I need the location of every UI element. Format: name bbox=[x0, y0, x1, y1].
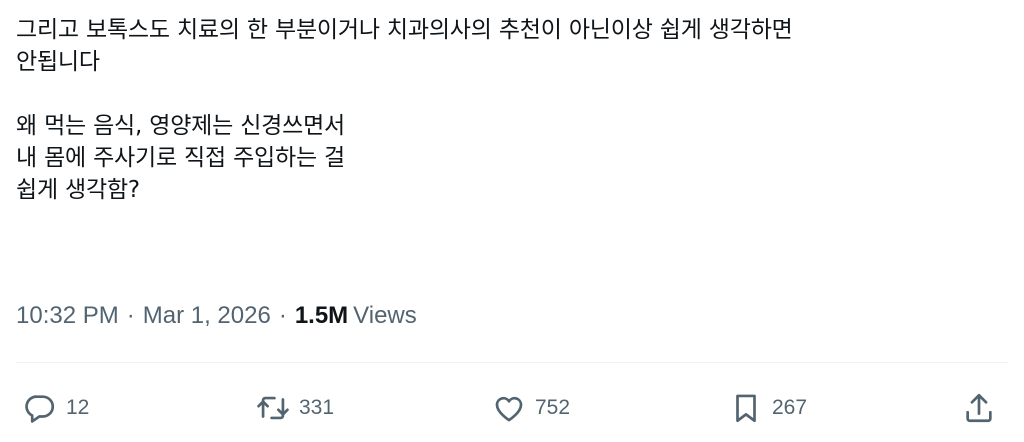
tweet-text: 그리고 보톡스도 치료의 한 부분이거나 치과의사의 추천이 아닌이상 쉽게 생… bbox=[16, 14, 1016, 206]
tweet-line: 안됩니다 bbox=[16, 49, 100, 75]
bookmark-button[interactable]: 267 bbox=[729, 388, 807, 428]
heart-icon bbox=[495, 396, 523, 422]
tweet-date[interactable]: Mar 1, 2026 bbox=[143, 302, 271, 330]
action-bar: 12 331 752 267 bbox=[16, 388, 1008, 428]
share-icon bbox=[966, 393, 992, 423]
tweet-line: 쉽게 생각함? bbox=[16, 177, 140, 203]
views-count: 1.5M bbox=[294, 302, 349, 329]
bookmark-count: 267 bbox=[772, 396, 808, 419]
meta-separator: · bbox=[126, 302, 135, 329]
views-label: Views bbox=[353, 302, 417, 329]
reply-count: 12 bbox=[66, 396, 90, 419]
tweet-line: 왜 먹는 음식, 영양제는 신경쓰면서 bbox=[16, 113, 345, 139]
share-button[interactable] bbox=[962, 388, 996, 428]
like-button[interactable]: 752 bbox=[492, 388, 570, 428]
bookmark-icon bbox=[736, 394, 756, 423]
tweet-line: 그리고 보톡스도 치료의 한 부분이거나 치과의사의 추천이 아닌이상 쉽게 생… bbox=[16, 17, 793, 43]
tweet-meta: 10:32 PM · Mar 1, 2026 · 1.5M Views bbox=[16, 302, 417, 330]
reply-icon bbox=[25, 395, 55, 423]
tweet-time[interactable]: 10:32 PM bbox=[16, 302, 119, 330]
retweet-count: 331 bbox=[299, 396, 335, 419]
retweet-button[interactable]: 331 bbox=[256, 388, 334, 428]
reply-button[interactable]: 12 bbox=[23, 388, 89, 428]
tweet-line: 내 몸에 주사기로 직접 주입하는 걸 bbox=[16, 145, 345, 171]
retweet-icon bbox=[257, 396, 289, 420]
like-count: 752 bbox=[535, 396, 571, 419]
meta-separator: · bbox=[278, 302, 287, 329]
divider bbox=[16, 362, 1008, 363]
